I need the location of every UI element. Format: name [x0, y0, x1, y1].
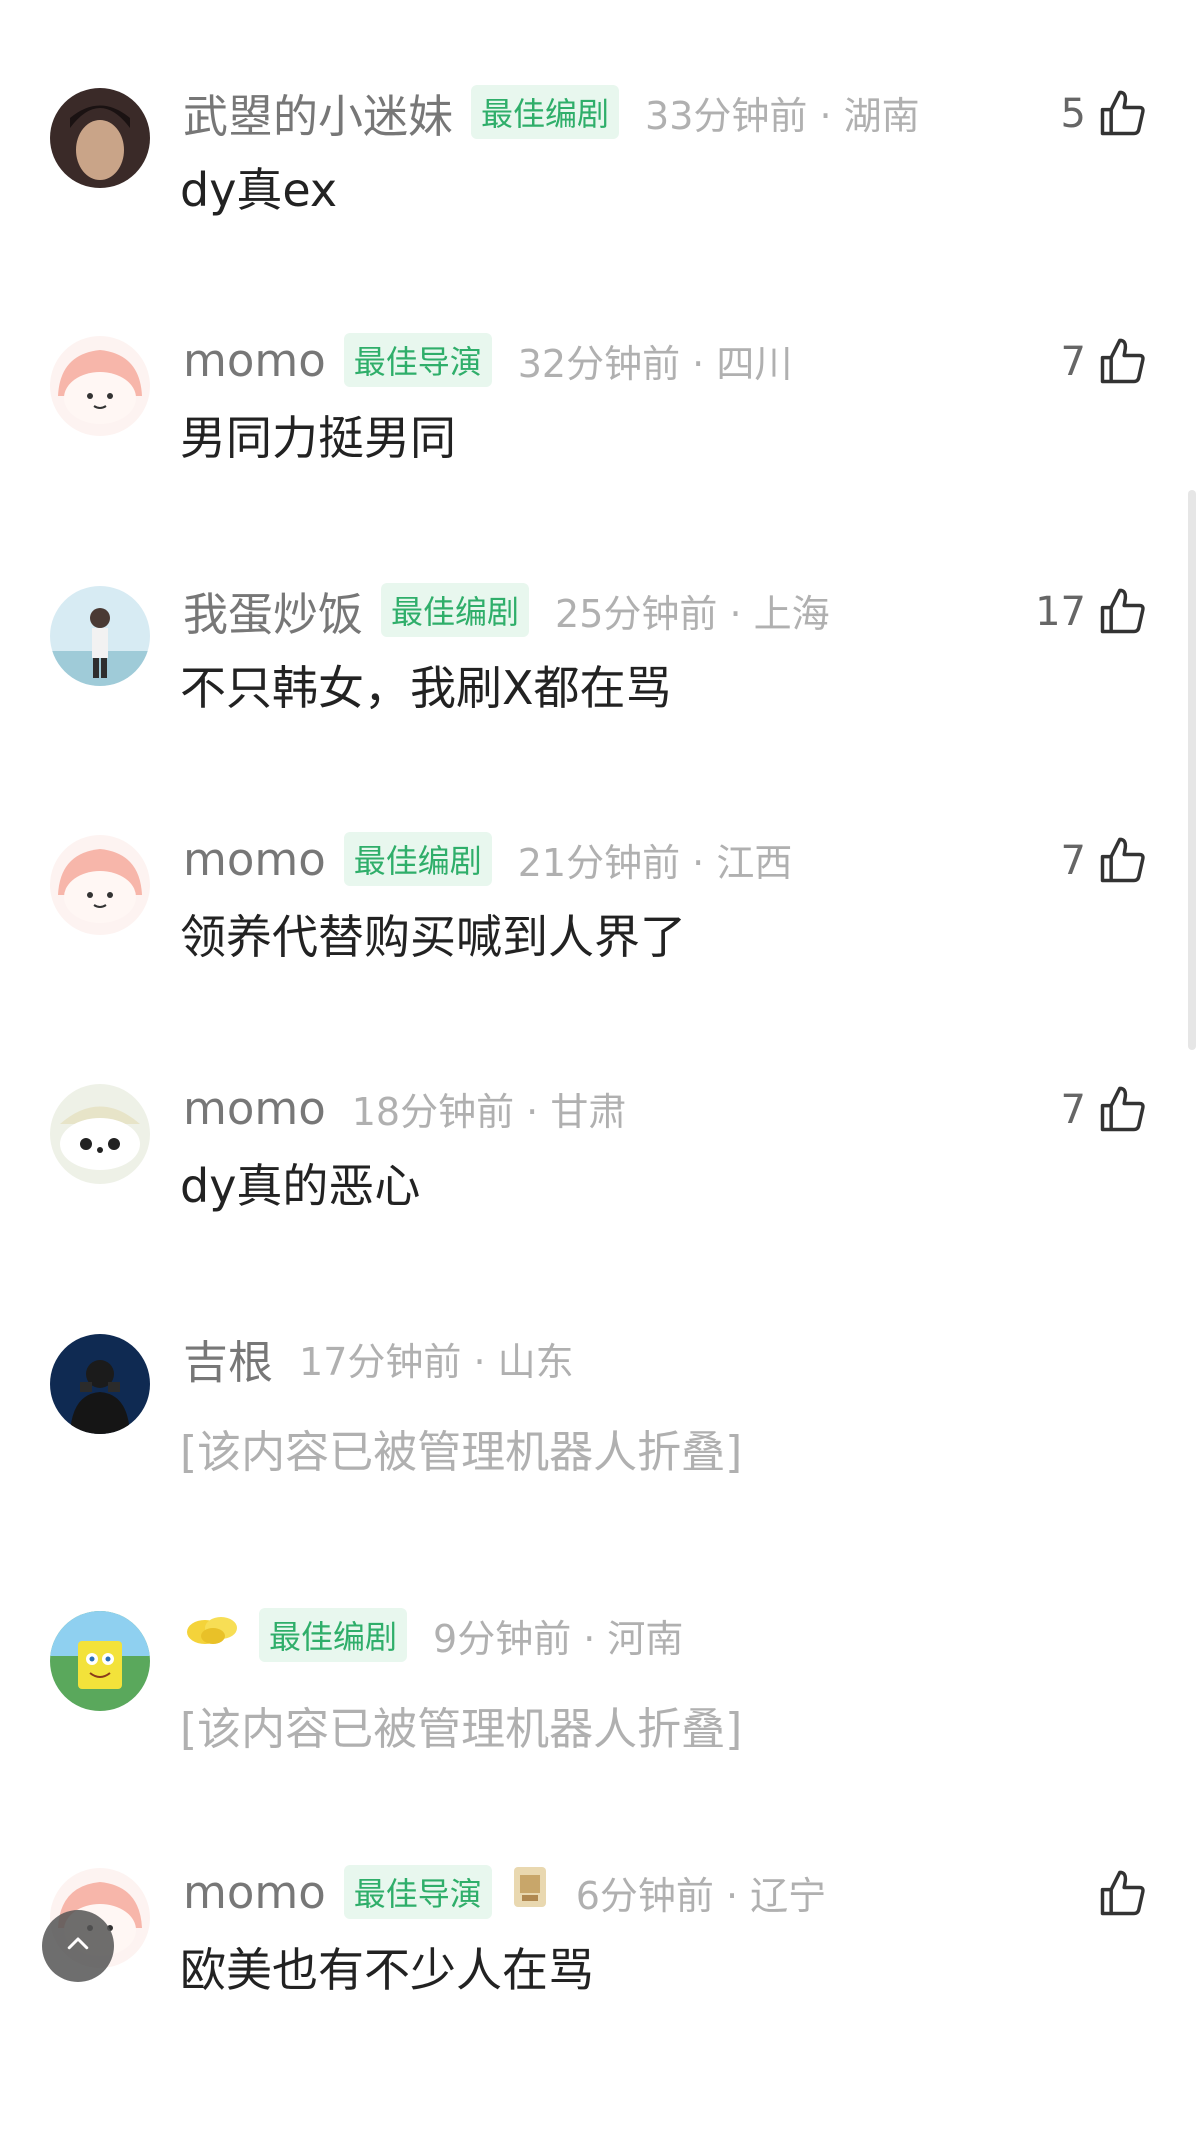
user-badge: 最佳编剧	[471, 85, 620, 139]
comment-item[interactable]: 武曌的小迷妹 最佳编剧 33分钟前 · 湖南 5 dy真ex	[0, 85, 1200, 360]
comment-item[interactable]: 我蛋炒饭 最佳编剧 25分钟前 · 上海 17 不只韩女，我刷X都在骂	[0, 583, 1200, 858]
username[interactable]: momo	[183, 1082, 326, 1135]
comment-text: 男同力挺男同	[180, 411, 456, 465]
like-count: 7	[1060, 339, 1086, 385]
like-button[interactable]: 5	[1061, 86, 1148, 142]
folded-comment-notice[interactable]: [该内容已被管理机器人折叠]	[180, 1693, 742, 1757]
comment-item[interactable]: momo 18分钟前 · 甘肃 7 dy真的恶心	[0, 1082, 1200, 1356]
emblem-icon	[510, 1865, 550, 1919]
user-avatar[interactable]	[50, 835, 150, 935]
timestamp-location: 33分钟前 · 湖南	[645, 93, 920, 138]
timestamp-location: 21分钟前 · 江西	[517, 840, 793, 885]
username[interactable]: 武曌的小迷妹	[183, 80, 453, 145]
timestamp-location: 6分钟前 · 辽宁	[575, 1873, 827, 1918]
like-button[interactable]: 7	[1061, 833, 1148, 889]
folded-comment-notice[interactable]: [该内容已被管理机器人折叠]	[180, 1416, 742, 1480]
comment-text: 欧美也有不少人在骂	[180, 1943, 594, 1997]
user-avatar[interactable]	[50, 1611, 150, 1711]
user-emblem-icon	[183, 1610, 241, 1660]
comment-text: 领养代替购买喊到人界了	[180, 910, 686, 964]
user-avatar[interactable]	[50, 1084, 150, 1184]
timestamp-location: 18分钟前 · 甘肃	[351, 1089, 627, 1134]
comment-text: dy真的恶心	[180, 1159, 421, 1213]
thumbs-up-icon	[1096, 336, 1148, 388]
comment-item[interactable]: momo 最佳导演 32分钟前 · 四川 7 男同力挺男同	[0, 333, 1200, 608]
username[interactable]: momo	[183, 334, 326, 387]
comment-item[interactable]: 最佳编剧 9分钟前 · 河南 [该内容已被管理机器人折叠]	[0, 1608, 1200, 1883]
user-badge: 最佳导演	[343, 333, 492, 387]
comment-text: 不只韩女，我刷X都在骂	[180, 661, 672, 715]
like-count: 7	[1060, 1087, 1086, 1133]
user-avatar[interactable]	[50, 1334, 150, 1434]
thumbs-up-icon	[1096, 586, 1148, 638]
user-badge: 最佳导演	[343, 1865, 492, 1919]
user-badge: 最佳编剧	[343, 832, 492, 886]
timestamp-location: 9分钟前 · 河南	[433, 1616, 684, 1661]
timestamp-location: 32分钟前 · 四川	[517, 341, 793, 386]
user-badge: 最佳编剧	[381, 583, 530, 637]
comment-item[interactable]: 吉根 17分钟前 · 山东 [该内容已被管理机器人折叠]	[0, 1334, 1200, 1606]
username[interactable]: momo	[183, 1866, 326, 1919]
comment-item[interactable]: momo 最佳导演 6分钟前 · 辽宁 欧美也有不少人在骂	[0, 1865, 1200, 2140]
timestamp-location: 17分钟前 · 山东	[299, 1339, 574, 1384]
thumbs-up-icon	[1096, 1868, 1148, 1920]
like-count: 5	[1060, 91, 1086, 137]
timestamp-location: 25分钟前 · 上海	[555, 591, 830, 636]
comment-text: dy真ex	[180, 163, 338, 217]
thumbs-up-icon	[1096, 835, 1148, 887]
username[interactable]: 吉根	[183, 1326, 273, 1391]
chevron-up-icon	[63, 1929, 93, 1963]
user-avatar[interactable]	[50, 336, 150, 436]
like-button[interactable]: 17	[1035, 584, 1148, 640]
user-avatar[interactable]	[50, 88, 150, 188]
scroll-top-button[interactable]	[42, 1910, 114, 1982]
username[interactable]: momo	[183, 833, 326, 886]
user-badge: 最佳编剧	[259, 1608, 408, 1662]
like-count: 7	[1060, 838, 1086, 884]
like-button[interactable]: 7	[1061, 334, 1148, 390]
comment-item[interactable]: momo 最佳编剧 21分钟前 · 江西 7 领养代替购买喊到人界了	[0, 832, 1200, 1107]
thumbs-up-icon	[1096, 1084, 1148, 1136]
like-count: 17	[1035, 589, 1086, 635]
like-button[interactable]	[1096, 1866, 1148, 1922]
like-button[interactable]: 7	[1061, 1082, 1148, 1138]
user-avatar[interactable]	[50, 586, 150, 686]
username[interactable]: 我蛋炒饭	[183, 578, 363, 643]
thumbs-up-icon	[1096, 88, 1148, 140]
scrollbar[interactable]	[1188, 490, 1196, 1050]
